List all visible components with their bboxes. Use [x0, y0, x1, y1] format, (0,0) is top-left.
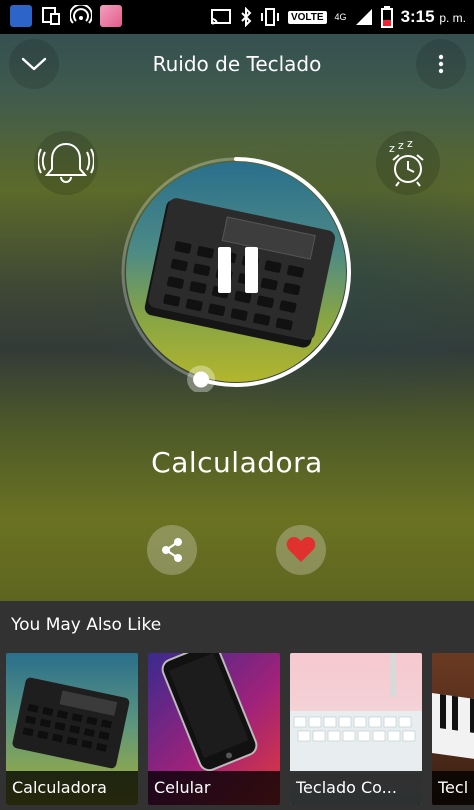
- recommendation-list[interactable]: Calculadora Celular Teclado Co... Tecl: [6, 653, 474, 805]
- more-vertical-icon: [438, 54, 444, 74]
- hotspot-icon: [69, 3, 93, 27]
- alarm-button[interactable]: [34, 131, 98, 195]
- recommendation-card-celular[interactable]: Celular: [148, 653, 280, 805]
- volte-badge: VOLTE: [287, 10, 327, 24]
- share-icon: [162, 538, 182, 562]
- track-title: Calculadora: [151, 446, 323, 479]
- game-notification-icon: [100, 5, 122, 27]
- sleep-timer-icon: z z z: [389, 138, 424, 187]
- recommendation-label: Tecl: [432, 771, 474, 805]
- recommendation-card-piano[interactable]: Tecl: [432, 653, 474, 805]
- heart-icon: [286, 537, 316, 562]
- sleep-timer-button[interactable]: z z z: [376, 131, 440, 195]
- recommendation-label: Celular: [148, 771, 280, 805]
- svg-text:z: z: [407, 138, 413, 150]
- recommendation-card-calculadora[interactable]: Calculadora: [6, 653, 138, 805]
- app-screen: VOLTE 4G 3:15 p. m. Ruido de Teclado z z…: [0, 0, 474, 810]
- section-heading: You May Also Like: [11, 615, 162, 635]
- bell-ringing-icon: [38, 142, 94, 183]
- recommendations-panel: You May Also Like Calculadora Celular Te…: [0, 601, 474, 810]
- screen-share-icon: [40, 5, 62, 27]
- piano-thumbnail: [432, 693, 474, 772]
- recommendation-card-teclado[interactable]: Teclado Co...: [290, 653, 422, 805]
- phone-thumbnail: [161, 653, 258, 772]
- pause-bar-right: [245, 247, 258, 293]
- more-options-button[interactable]: [416, 39, 466, 89]
- bluetooth-icon: [240, 7, 252, 27]
- keyboard-thumbnail: [290, 653, 422, 773]
- recommendation-label: Calculadora: [6, 771, 138, 805]
- vibrate-icon: [260, 7, 280, 27]
- clock-ampm: p. m.: [439, 11, 466, 25]
- page-title: Ruido de Teclado: [152, 52, 322, 76]
- battery-icon: [380, 6, 393, 28]
- status-bar: VOLTE 4G 3:15 p. m.: [0, 0, 474, 34]
- clock: 3:15 p. m.: [401, 7, 466, 27]
- favorite-button[interactable]: [276, 525, 326, 575]
- share-button[interactable]: [147, 525, 197, 575]
- player-artwork[interactable]: [116, 152, 356, 392]
- progress-knob[interactable]: [193, 371, 210, 388]
- signal-icon: [355, 8, 373, 26]
- recommendation-label: Teclado Co...: [290, 771, 422, 805]
- pause-button[interactable]: [218, 247, 258, 293]
- calculator-thumbnail: [12, 677, 130, 769]
- clock-time: 3:15: [400, 7, 435, 26]
- network-type-label: 4G: [334, 11, 347, 22]
- svg-text:z: z: [389, 142, 395, 155]
- cast-icon: [210, 8, 232, 26]
- svg-text:z: z: [398, 139, 404, 152]
- pause-bar-left: [218, 247, 231, 293]
- app-notification-icon: [10, 5, 32, 27]
